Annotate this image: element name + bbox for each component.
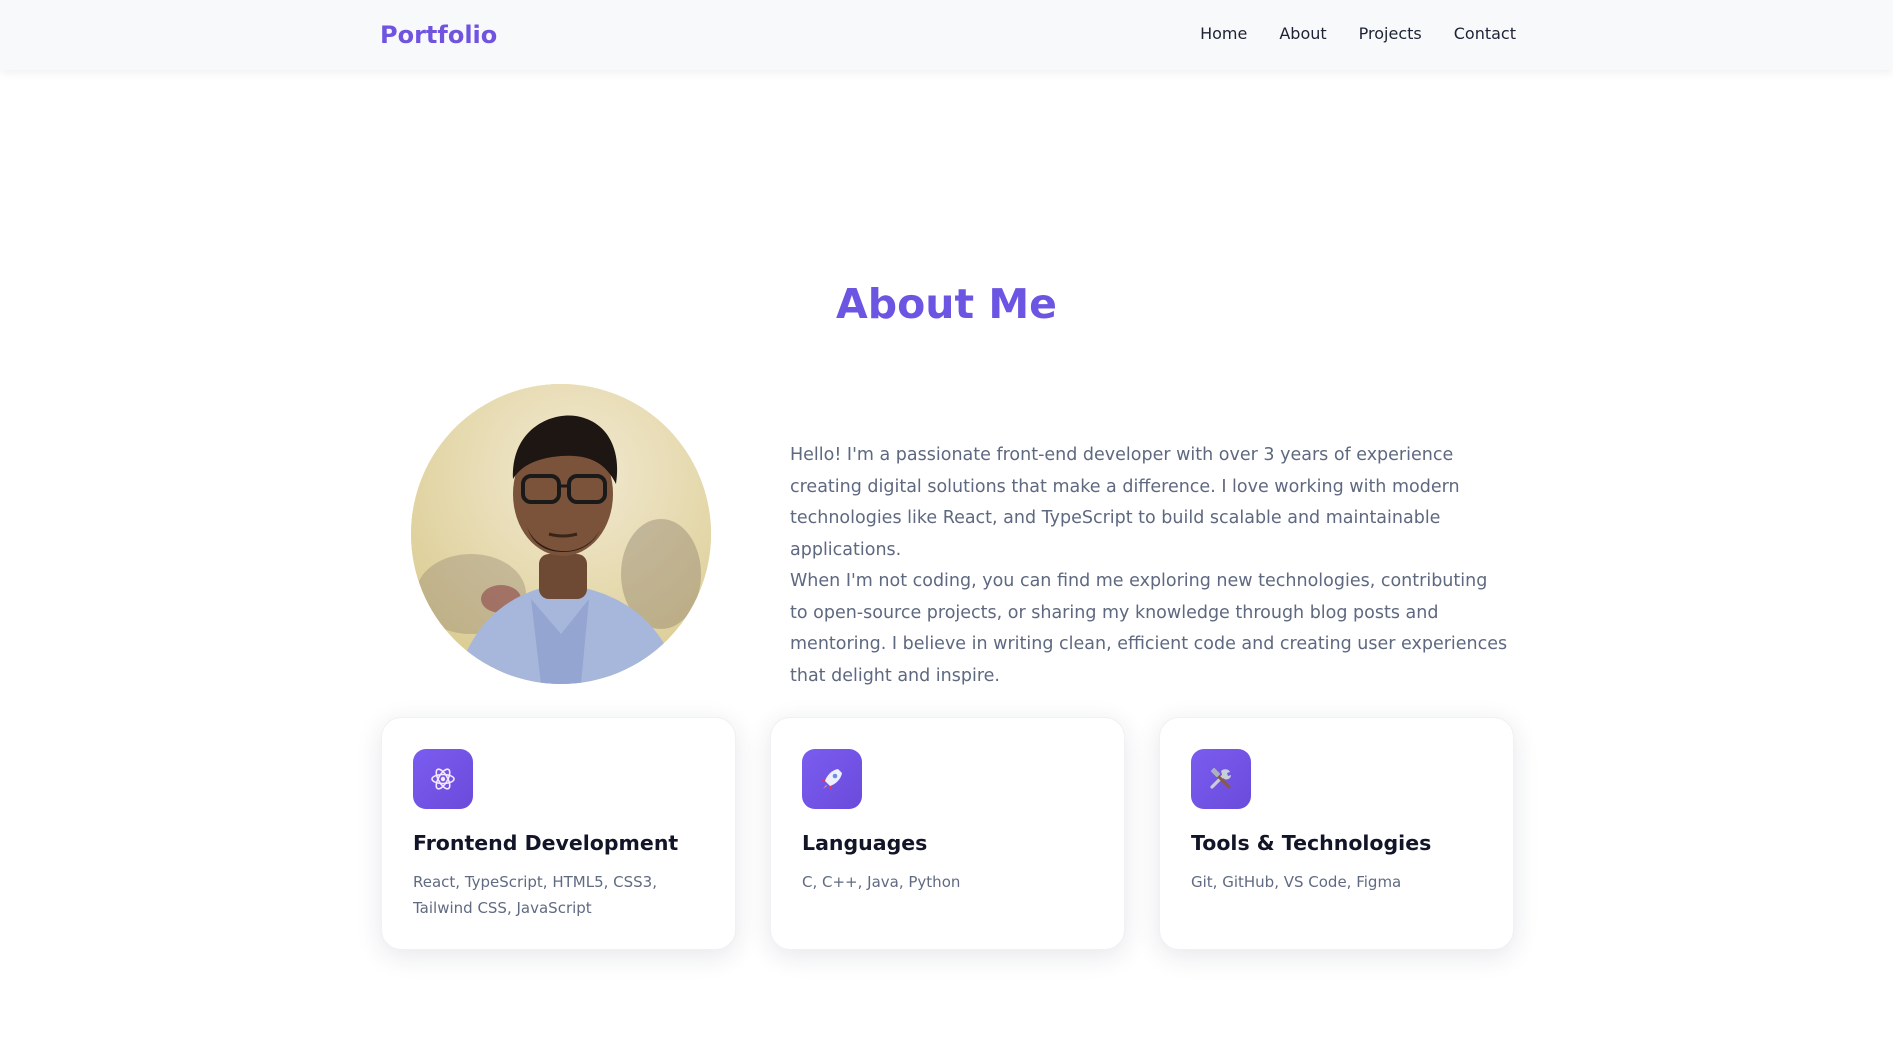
skill-card-tools: Tools & Technologies Git, GitHub, VS Cod…	[1159, 717, 1514, 950]
nav-link-contact[interactable]: Contact	[1454, 24, 1516, 43]
brand-logo[interactable]: Portfolio	[380, 21, 497, 49]
card-text: React, TypeScript, HTML5, CSS3, Tailwind…	[413, 873, 657, 917]
card-title: Frontend Development	[413, 831, 679, 855]
nav-link-projects[interactable]: Projects	[1359, 24, 1422, 43]
skill-card-frontend: Frontend Development React, TypeScript, …	[381, 717, 736, 950]
card-title: Languages	[802, 831, 928, 855]
card-text: Git, GitHub, VS Code, Figma	[1191, 873, 1402, 891]
atom-icon	[413, 749, 473, 809]
nav-links: Home About Projects Contact	[1200, 24, 1516, 43]
nav-link-about[interactable]: About	[1279, 24, 1326, 43]
about-bio: Hello! I'm a passionate front-end develo…	[790, 440, 1510, 692]
skill-card-languages: Languages C, C++, Java, Python	[770, 717, 1125, 950]
navbar: Portfolio Home About Projects Contact	[0, 0, 1893, 70]
nav-link-home[interactable]: Home	[1200, 24, 1247, 43]
card-text: C, C++, Java, Python	[802, 873, 961, 891]
card-title: Tools & Technologies	[1191, 831, 1432, 855]
tools-icon	[1191, 749, 1251, 809]
section-title: About Me	[836, 280, 1057, 328]
rocket-icon	[802, 749, 862, 809]
bio-paragraph-2: When I'm not coding, you can find me exp…	[790, 571, 1508, 686]
bio-paragraph-1: Hello! I'm a passionate front-end develo…	[790, 445, 1460, 560]
profile-photo	[411, 384, 711, 684]
